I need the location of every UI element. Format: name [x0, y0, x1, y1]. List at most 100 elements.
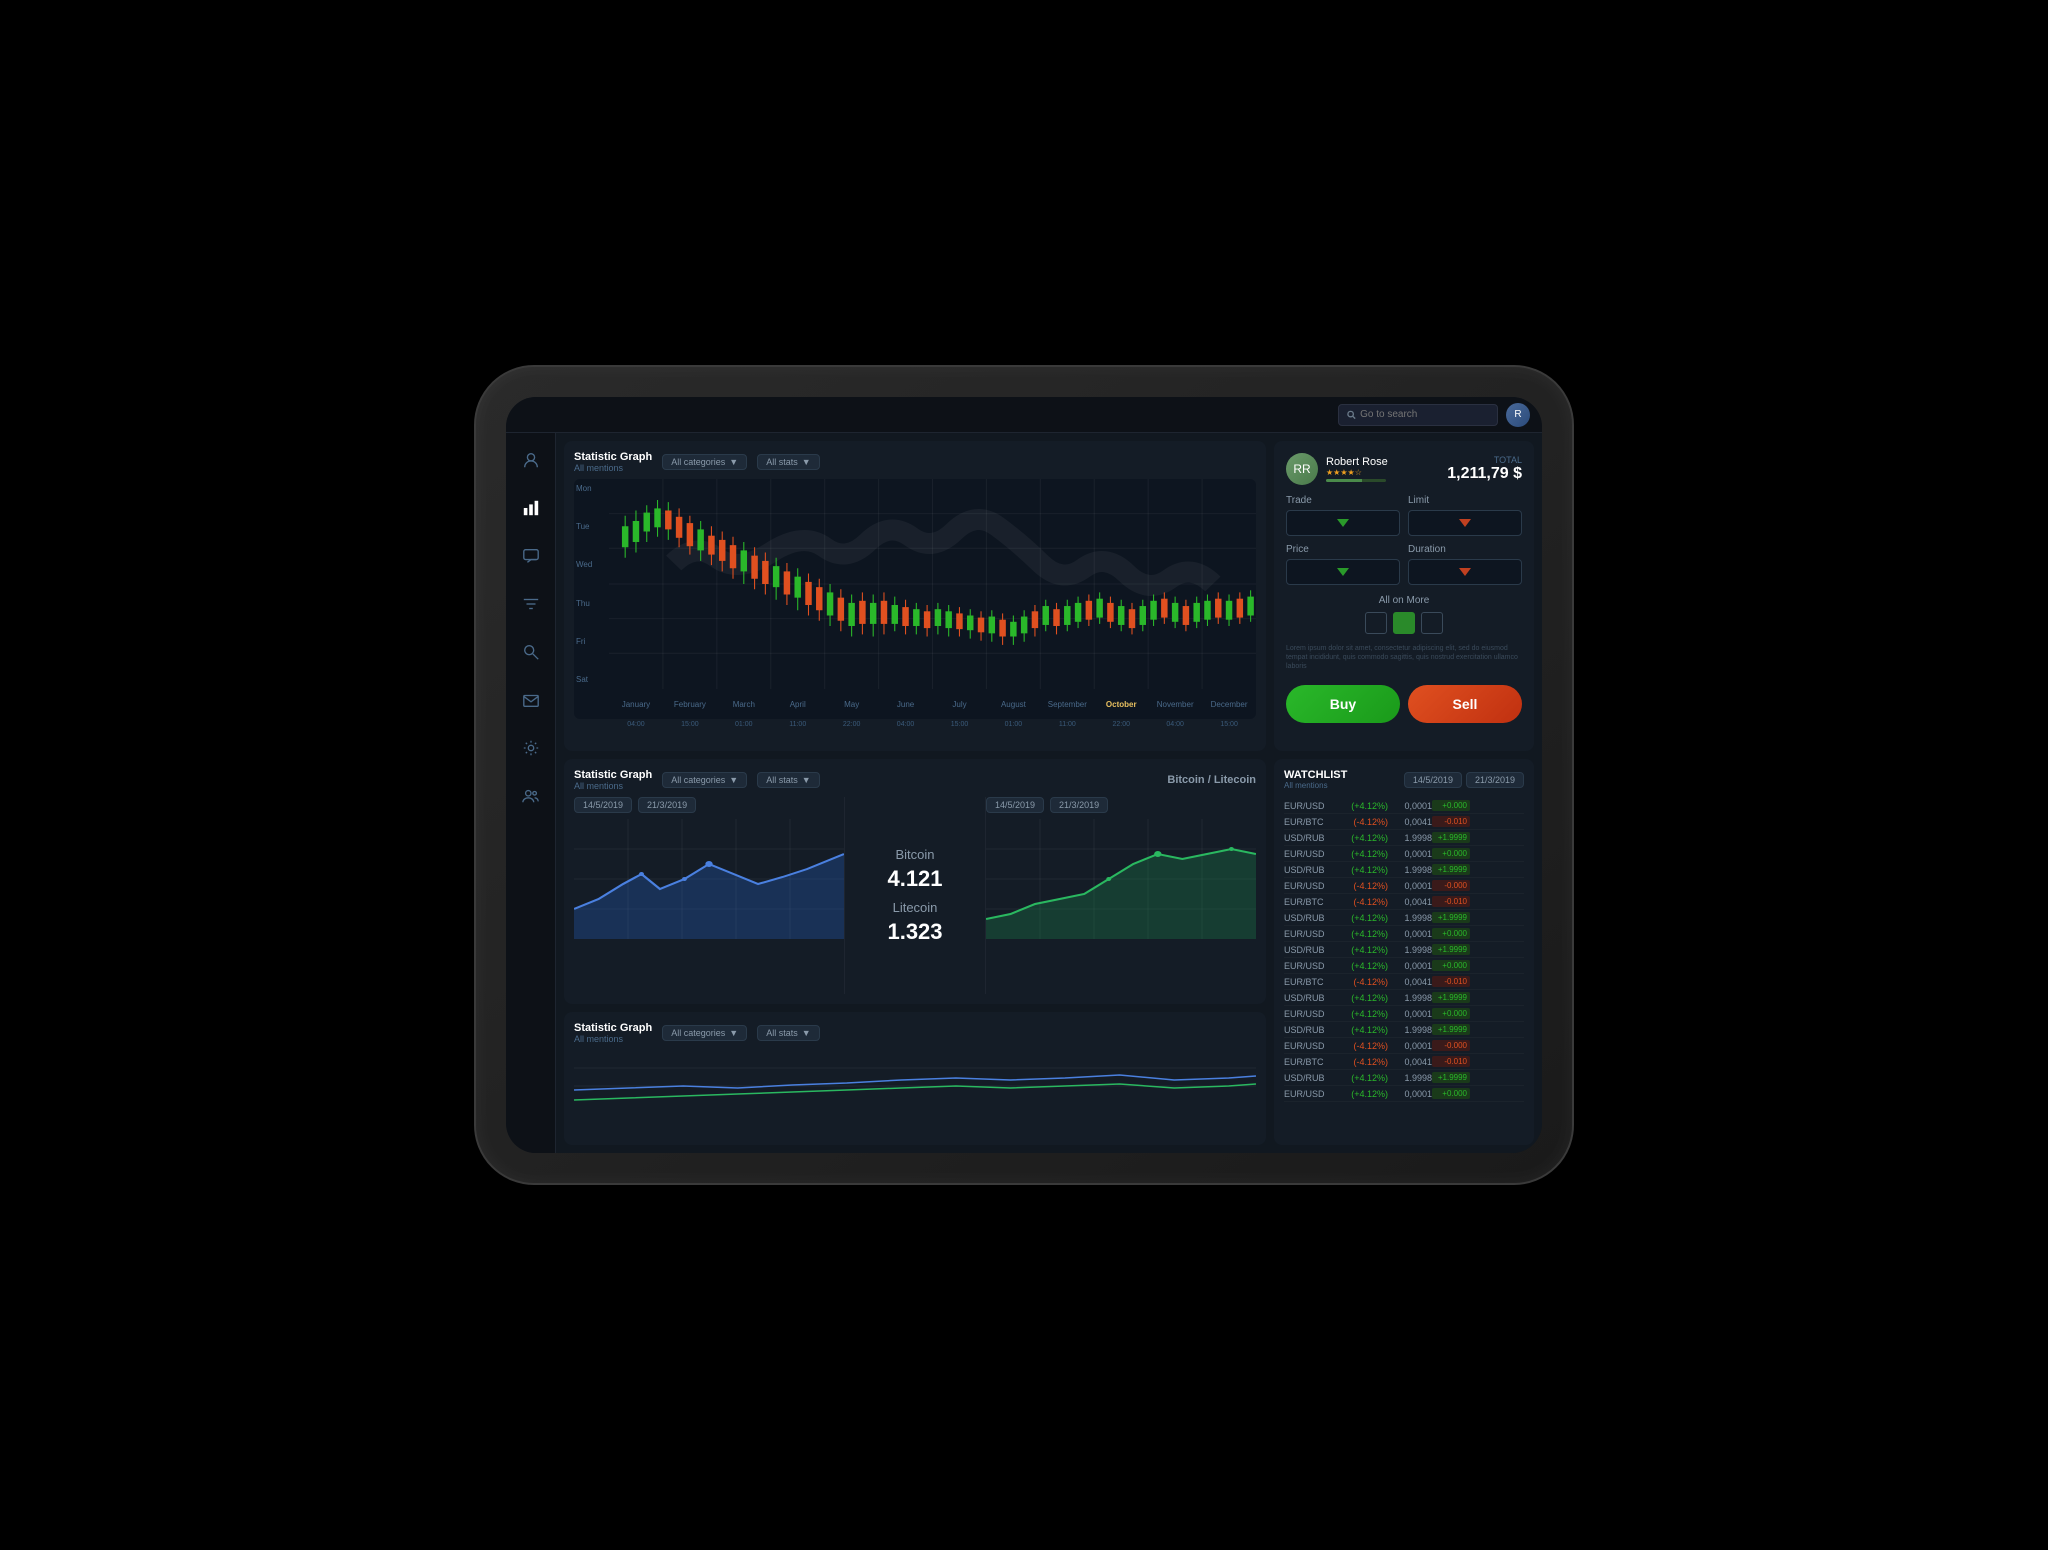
- wl-delta-0: +0.000: [1432, 800, 1470, 811]
- wl-price-12: 1.9998: [1388, 993, 1432, 1003]
- wl-change-5: (-4.12%): [1332, 881, 1388, 891]
- wl-pair-6: EUR/BTC: [1284, 897, 1332, 907]
- wl-pair-4: USD/RUB: [1284, 865, 1332, 875]
- wl-price-11: 0,0041: [1388, 977, 1432, 987]
- wl-pair-13: EUR/USD: [1284, 1009, 1332, 1019]
- btc-date1: 14/5/2019: [574, 797, 632, 813]
- wl-delta-6: -0.010: [1432, 896, 1470, 907]
- chart-drawing-area: [609, 479, 1256, 689]
- bitcoin-label: Bitcoin: [895, 847, 934, 862]
- user-name: Robert Rose: [1326, 456, 1388, 468]
- buy-button[interactable]: Buy: [1286, 685, 1400, 723]
- wl-change-2: (+4.12%): [1332, 833, 1388, 843]
- y-axis-labels: Mon Tue Wed Thu Fri Sat: [574, 479, 609, 689]
- wl-price-2: 1.9998: [1388, 833, 1432, 843]
- mini-categories-dropdown[interactable]: All categories ▼: [662, 1025, 747, 1041]
- litecoin-label: Litecoin: [893, 900, 938, 915]
- wl-price-0: 0,0001: [1388, 801, 1432, 811]
- categories-dropdown[interactable]: All categories ▼: [662, 454, 747, 470]
- price-dropdown[interactable]: [1286, 559, 1400, 585]
- watchlist-row: USD/RUB (+4.12%) 1.9998 +1.9999: [1284, 1022, 1524, 1038]
- chat-icon: [522, 547, 540, 565]
- wl-delta-3: +0.000: [1432, 848, 1470, 859]
- bitcoin-categories-dropdown[interactable]: All categories ▼: [662, 772, 747, 788]
- sidebar-icon-mail[interactable]: [516, 685, 546, 715]
- sidebar-icon-filter[interactable]: [516, 589, 546, 619]
- wl-price-5: 0,0001: [1388, 881, 1432, 891]
- sidebar: [506, 433, 556, 1153]
- search-box[interactable]: [1338, 404, 1498, 426]
- top-bar: R: [506, 397, 1542, 433]
- user-info-row: RR Robert Rose ★★★★☆ TOTAL 1,211: [1286, 453, 1522, 485]
- sell-button[interactable]: Sell: [1408, 685, 1522, 723]
- trade-group: Trade: [1286, 495, 1400, 536]
- watchlist-row: USD/RUB (+4.12%) 1.9998 +1.9999: [1284, 830, 1524, 846]
- mini-stats-dropdown[interactable]: All stats ▼: [757, 1025, 819, 1041]
- wl-price-4: 1.9998: [1388, 865, 1432, 875]
- wl-delta-13: +0.000: [1432, 1008, 1470, 1019]
- total-label: TOTAL: [1447, 455, 1522, 465]
- all-on-more-section: All on More: [1286, 595, 1522, 634]
- wl-delta-4: +1.9999: [1432, 864, 1470, 875]
- wl-delta-1: -0.010: [1432, 816, 1470, 827]
- sidebar-icon-user[interactable]: [516, 445, 546, 475]
- btc-left-svg: [574, 819, 844, 939]
- wl-pair-11: EUR/BTC: [1284, 977, 1332, 987]
- search-icon: [1347, 410, 1356, 420]
- wl-price-7: 1.9998: [1388, 913, 1432, 923]
- wl-change-12: (+4.12%): [1332, 993, 1388, 1003]
- wl-change-13: (+4.12%): [1332, 1009, 1388, 1019]
- trade-panel: RR Robert Rose ★★★★☆ TOTAL 1,211: [1274, 441, 1534, 751]
- checkbox-3[interactable]: [1421, 612, 1443, 634]
- sidebar-icon-search[interactable]: [516, 637, 546, 667]
- price-group: Price: [1286, 544, 1400, 585]
- limit-dropdown[interactable]: [1408, 510, 1522, 536]
- wl-price-1: 0,0041: [1388, 817, 1432, 827]
- mini-chart-subtitle: All mentions: [574, 1034, 652, 1044]
- watchlist-row: EUR/USD (+4.12%) 0,0001 +0.000: [1284, 846, 1524, 862]
- main-content: Statistic Graph All mentions All categor…: [506, 433, 1542, 1153]
- wl-price-8: 0,0001: [1388, 929, 1432, 939]
- sidebar-icon-users[interactable]: [516, 781, 546, 811]
- wl-pair-3: EUR/USD: [1284, 849, 1332, 859]
- duration-dropdown[interactable]: [1408, 559, 1522, 585]
- search-input[interactable]: [1360, 409, 1489, 420]
- checkbox-2[interactable]: [1393, 612, 1415, 634]
- watchlist-dates: 14/5/2019 21/3/2019: [1404, 772, 1524, 788]
- btc-right-chart: 14/5/2019 21/3/2019: [985, 797, 1256, 994]
- wl-pair-14: USD/RUB: [1284, 1025, 1332, 1035]
- trade-dropdown[interactable]: [1286, 510, 1400, 536]
- top-user-avatar[interactable]: R: [1506, 403, 1530, 427]
- mail-icon: [522, 691, 540, 709]
- sidebar-icon-settings[interactable]: [516, 733, 546, 763]
- bitcoin-charts: 14/5/2019 21/3/2019: [574, 797, 1256, 994]
- wl-pair-9: USD/RUB: [1284, 945, 1332, 955]
- user-info: RR Robert Rose ★★★★☆: [1286, 453, 1388, 485]
- chevron-down-icon-2: ▼: [802, 457, 811, 467]
- wl-change-1: (-4.12%): [1332, 817, 1388, 827]
- wl-change-9: (+4.12%): [1332, 945, 1388, 955]
- stats-dropdown[interactable]: All stats ▼: [757, 454, 819, 470]
- bitcoin-stats-dropdown[interactable]: All stats ▼: [757, 772, 819, 788]
- wl-change-11: (-4.12%): [1332, 977, 1388, 987]
- wl-price-10: 0,0001: [1388, 961, 1432, 971]
- wl-delta-8: +0.000: [1432, 928, 1470, 939]
- sidebar-icon-chat[interactable]: [516, 541, 546, 571]
- wl-price-15: 0,0001: [1388, 1041, 1432, 1051]
- wl-price-13: 0,0001: [1388, 1009, 1432, 1019]
- checkbox-1[interactable]: [1365, 612, 1387, 634]
- wl-change-14: (+4.12%): [1332, 1025, 1388, 1035]
- wl-change-3: (+4.12%): [1332, 849, 1388, 859]
- total-value: 1,211,79 $: [1447, 465, 1522, 483]
- watchlist-row: EUR/BTC (-4.12%) 0,0041 -0.010: [1284, 974, 1524, 990]
- duration-arrow-icon: [1459, 568, 1471, 576]
- wl-price-16: 0,0041: [1388, 1057, 1432, 1067]
- main-chart-header: Statistic Graph All mentions All categor…: [574, 451, 1256, 473]
- litecoin-value: 1.323: [887, 919, 942, 945]
- sidebar-icon-chart[interactable]: [516, 493, 546, 523]
- wl-delta-5: -0.000: [1432, 880, 1470, 891]
- main-chart-panel: Statistic Graph All mentions All categor…: [564, 441, 1266, 751]
- wl-pair-0: EUR/USD: [1284, 801, 1332, 811]
- wl-change-15: (-4.12%): [1332, 1041, 1388, 1051]
- settings-icon: [522, 739, 540, 757]
